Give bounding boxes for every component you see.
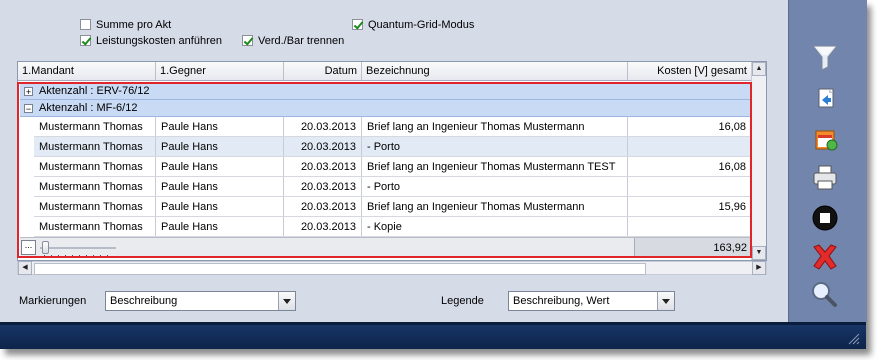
cell-datum: 20.03.2013 — [284, 177, 362, 196]
scroll-thumb[interactable] — [34, 263, 646, 275]
table-row[interactable]: Mustermann Thomas Paule Hans 20.03.2013 … — [34, 197, 752, 217]
search-icon[interactable] — [808, 279, 842, 309]
scroll-up-icon[interactable]: ▲ — [752, 62, 766, 76]
markierungen-select[interactable]: Beschreibung — [105, 291, 296, 311]
cell-datum: 20.03.2013 — [284, 137, 362, 156]
main-panel: Summe pro Akt Leistungskosten anführen Q… — [0, 0, 788, 322]
scroll-down-icon[interactable]: ▼ — [752, 246, 766, 260]
cell-gegner: Paule Hans — [156, 197, 284, 216]
cell-gegner: Paule Hans — [156, 217, 284, 236]
zoom-slider-track[interactable] — [40, 247, 116, 249]
column-header-kosten[interactable]: Kosten [V] gesamt — [628, 62, 752, 80]
group-row[interactable]: + Aktenzahl : ERV-76/12 — [20, 83, 752, 100]
cell-datum: 20.03.2013 — [284, 117, 362, 136]
cell-bezeichnung: - Kopie — [362, 217, 628, 236]
cell-datum: 20.03.2013 — [284, 157, 362, 176]
expand-icon[interactable]: + — [24, 86, 33, 96]
cell-bezeichnung: Brief lang an Ingenieur Thomas Musterman… — [362, 117, 628, 136]
horizontal-scrollbar[interactable]: ◀ ▶ — [17, 261, 767, 275]
cell-mandant: Mustermann Thomas — [34, 117, 156, 136]
resize-grip-icon[interactable] — [848, 333, 860, 345]
collapse-icon[interactable]: − — [24, 103, 33, 113]
cell-bezeichnung: - Porto — [362, 177, 628, 196]
calendar-edit-icon[interactable] — [808, 124, 842, 154]
select-value: Beschreibung — [110, 295, 178, 307]
cell-mandant: Mustermann Thomas — [34, 177, 156, 196]
cell-gegner: Paule Hans — [156, 157, 284, 176]
cell-gegner: Paule Hans — [156, 117, 284, 136]
checkbox-box[interactable] — [80, 35, 91, 46]
scroll-left-icon[interactable]: ◀ — [18, 261, 32, 275]
checkbox-label: Verd./Bar trennen — [258, 34, 345, 47]
cell-gegner: Paule Hans — [156, 137, 284, 156]
summe-pro-akt-checkbox[interactable]: Summe pro Akt — [80, 17, 171, 32]
chevron-down-icon[interactable] — [278, 292, 295, 310]
verd-bar-checkbox[interactable]: Verd./Bar trennen — [242, 33, 344, 48]
export-icon[interactable] — [808, 84, 842, 114]
cell-mandant: Mustermann Thomas — [34, 157, 156, 176]
group-label: Aktenzahl : MF-6/12 — [39, 102, 138, 114]
footer-sum: 163,92 — [634, 238, 752, 257]
quantum-grid-checkbox[interactable]: Quantum-Grid-Modus — [352, 17, 474, 32]
column-header-datum[interactable]: Datum — [284, 62, 362, 80]
leistungskosten-checkbox[interactable]: Leistungskosten anführen — [80, 33, 222, 48]
window: Summe pro Akt Leistungskosten anführen Q… — [0, 0, 867, 349]
printer-icon[interactable] — [808, 162, 842, 192]
cell-kosten: 16,08 — [628, 157, 752, 176]
checkbox-label: Leistungskosten anführen — [96, 34, 222, 47]
markierungen-label: Markierungen — [19, 295, 87, 307]
group-indent — [20, 117, 34, 237]
zoom-slider-thumb[interactable] — [42, 241, 49, 254]
checkbox-box[interactable] — [242, 35, 253, 46]
cell-mandant: Mustermann Thomas — [34, 217, 156, 236]
group-label: Aktenzahl : ERV-76/12 — [39, 85, 150, 97]
checkbox-label: Summe pro Akt — [96, 18, 172, 31]
cell-kosten — [628, 177, 752, 196]
table-row[interactable]: Mustermann Thomas Paule Hans 20.03.2013 … — [34, 117, 752, 137]
cell-kosten: 16,08 — [628, 117, 752, 136]
column-header-mandant[interactable]: 1.Mandant — [18, 62, 156, 80]
checkbox-box[interactable] — [80, 19, 91, 30]
filter-icon[interactable] — [808, 42, 842, 72]
column-header-gegner[interactable]: 1.Gegner — [156, 62, 284, 80]
slider-ticks — [44, 255, 114, 257]
cell-kosten: 15,96 — [628, 197, 752, 216]
group-row[interactable]: − Aktenzahl : MF-6/12 — [20, 100, 752, 117]
stop-icon[interactable] — [808, 203, 842, 233]
select-value: Beschreibung, Wert — [513, 295, 610, 307]
cell-datum: 20.03.2013 — [284, 197, 362, 216]
legende-select[interactable]: Beschreibung, Wert — [508, 291, 675, 311]
status-bar — [0, 322, 866, 349]
table-row[interactable]: Mustermann Thomas Paule Hans 20.03.2013 … — [34, 217, 752, 237]
more-button[interactable]: ... — [21, 240, 36, 255]
checkbox-box[interactable] — [352, 19, 363, 30]
table-row[interactable]: Mustermann Thomas Paule Hans 20.03.2013 … — [34, 137, 752, 157]
chevron-down-icon[interactable] — [657, 292, 674, 310]
data-grid: 1.Mandant 1.Gegner Datum Bezeichnung Kos… — [17, 61, 767, 261]
cell-bezeichnung: - Porto — [362, 137, 628, 156]
legende-label: Legende — [441, 295, 484, 307]
grid-header: 1.Mandant 1.Gegner Datum Bezeichnung Kos… — [18, 62, 752, 81]
close-icon[interactable] — [808, 242, 842, 272]
column-header-bezeichnung[interactable]: Bezeichnung — [362, 62, 628, 80]
cell-mandant: Mustermann Thomas — [34, 197, 156, 216]
cell-gegner: Paule Hans — [156, 177, 284, 196]
cell-mandant: Mustermann Thomas — [34, 137, 156, 156]
cell-datum: 20.03.2013 — [284, 217, 362, 236]
cell-bezeichnung: Brief lang an Ingenieur Thomas Musterman… — [362, 157, 628, 176]
cell-kosten — [628, 137, 752, 156]
vertical-scrollbar[interactable]: ▲ ▼ — [751, 62, 766, 260]
table-row[interactable]: Mustermann Thomas Paule Hans 20.03.2013 … — [34, 157, 752, 177]
scroll-right-icon[interactable]: ▶ — [752, 261, 766, 275]
checkbox-label: Quantum-Grid-Modus — [368, 18, 475, 31]
cell-bezeichnung: Brief lang an Ingenieur Thomas Musterman… — [362, 197, 628, 216]
cell-kosten — [628, 217, 752, 236]
grid-footer: ... 163,92 — [20, 237, 752, 258]
table-row[interactable]: Mustermann Thomas Paule Hans 20.03.2013 … — [34, 177, 752, 197]
